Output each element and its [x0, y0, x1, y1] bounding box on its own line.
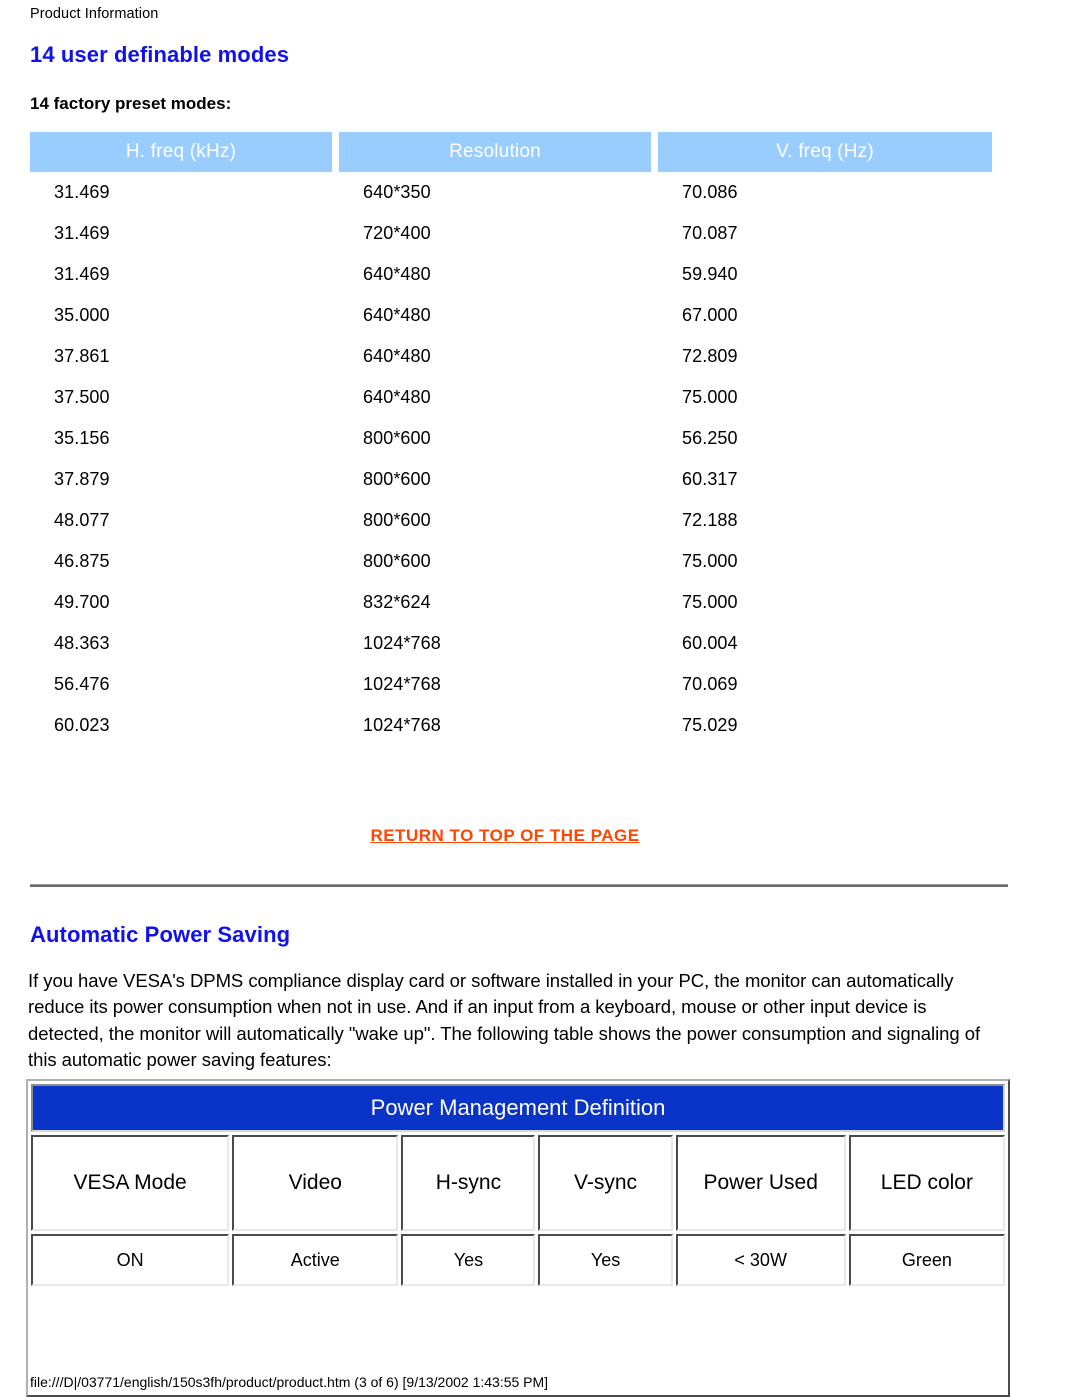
cell-resolution: 800*600	[363, 469, 431, 489]
pm-column-header-power-used: Power Used	[675, 1135, 846, 1231]
table-row: 46.875 800*600 75.000	[30, 541, 992, 582]
power-saving-description: If you have VESA's DPMS compliance displ…	[28, 970, 981, 1071]
cell-h-freq: 48.363	[54, 633, 110, 653]
pm-cell-v-sync: Yes	[538, 1234, 673, 1286]
cell-h-freq: 37.500	[54, 387, 110, 407]
pm-cell-vesa-mode: ON	[31, 1234, 230, 1286]
preset-table-body: 31.469 640*350 70.086 31.469 720*400 70.087 31…	[30, 172, 992, 746]
document-page: Product Information 14 user definable mo…	[0, 0, 1080, 1397]
table-row: 37.500 640*480 75.000	[30, 377, 992, 418]
cell-resolution: 832*624	[363, 592, 431, 612]
power-management-title: Power Management Definition	[31, 1084, 1005, 1132]
table-row: 31.469 640*480 59.940	[30, 254, 992, 295]
cell-h-freq: 31.469	[54, 264, 110, 284]
cell-resolution: 640*350	[363, 182, 431, 202]
table-row: 31.469 640*350 70.086	[30, 172, 992, 213]
preset-table-header-row: H. freq (kHz) Resolution V. freq (Hz)	[30, 132, 992, 172]
factory-preset-modes-table: H. freq (kHz) Resolution V. freq (Hz) 31…	[30, 132, 992, 746]
cell-resolution: 640*480	[363, 305, 431, 325]
power-management-definition-table: Power Management Definition VESA Mode Vi…	[28, 1081, 1008, 1346]
return-to-top-container: RETURN TO TOP OF THE PAGE	[0, 826, 1010, 846]
cell-resolution: 800*600	[363, 510, 431, 530]
table-row: 48.363 1024*768 60.004	[30, 623, 992, 664]
cell-v-freq: 75.000	[682, 387, 738, 407]
pm-column-header-led-color: LED color	[848, 1135, 1005, 1231]
cell-v-freq: 56.250	[682, 428, 738, 448]
cell-h-freq: 60.023	[54, 715, 110, 735]
cell-v-freq: 70.086	[682, 182, 738, 202]
cell-v-freq: 75.000	[682, 551, 738, 571]
page-footer-path: file:///D|/03771/english/150s3fh/product…	[30, 1374, 549, 1390]
section-divider	[30, 884, 1008, 887]
cell-v-freq: 60.004	[682, 633, 738, 653]
pm-cell-h-sync: Yes	[401, 1234, 536, 1286]
pm-cell-led-color: Green	[848, 1234, 1005, 1286]
cell-h-freq: 46.875	[54, 551, 110, 571]
table-row: 49.700 832*624 75.000	[30, 582, 992, 623]
return-to-top-link[interactable]: RETURN TO TOP OF THE PAGE	[370, 826, 639, 845]
running-header: Product Information	[30, 6, 159, 22]
preset-modes-grid: H. freq (kHz) Resolution V. freq (Hz) 31…	[23, 132, 999, 746]
cell-v-freq: 59.940	[682, 264, 738, 284]
cell-v-freq: 60.317	[682, 469, 738, 489]
table-row: 35.000 640*480 67.000	[30, 295, 992, 336]
pm-column-header-video: Video	[232, 1135, 399, 1231]
cell-resolution: 720*400	[363, 223, 431, 243]
table-row: 35.156 800*600 56.250	[30, 418, 992, 459]
preset-table-head: H. freq (kHz) Resolution V. freq (Hz)	[30, 132, 992, 172]
table-row: 48.077 800*600 72.188	[30, 500, 992, 541]
cell-resolution: 800*600	[363, 551, 431, 571]
pm-blank-row	[31, 1289, 1005, 1343]
cell-h-freq: 37.861	[54, 346, 110, 366]
cell-v-freq: 75.000	[682, 592, 738, 612]
cell-v-freq: 72.809	[682, 346, 738, 366]
table-row: 37.861 640*480 72.809	[30, 336, 992, 377]
table-row: 37.879 800*600 60.317	[30, 459, 992, 500]
cell-h-freq: 37.879	[54, 469, 110, 489]
column-header-h-freq: H. freq (kHz)	[30, 132, 332, 172]
pm-header-row: VESA Mode Video H-sync V-sync Power Used…	[31, 1135, 1005, 1231]
pm-column-header-vesa-mode: VESA Mode	[31, 1135, 230, 1231]
page-title-user-definable-modes: 14 user definable modes	[30, 42, 290, 67]
cell-v-freq: 70.087	[682, 223, 738, 243]
cell-h-freq: 31.469	[54, 223, 110, 243]
table-row: 60.023 1024*768 75.029	[30, 705, 992, 746]
pm-column-header-h-sync: H-sync	[401, 1135, 536, 1231]
cell-v-freq: 67.000	[682, 305, 738, 325]
pm-column-header-v-sync: V-sync	[538, 1135, 673, 1231]
cell-h-freq: 49.700	[54, 592, 110, 612]
section-title-automatic-power-saving: Automatic Power Saving	[30, 922, 291, 947]
cell-v-freq: 70.069	[682, 674, 738, 694]
pm-title-row: Power Management Definition	[31, 1084, 1005, 1132]
cell-resolution: 1024*768	[363, 715, 441, 735]
cell-v-freq: 75.029	[682, 715, 738, 735]
cell-resolution: 640*480	[363, 346, 431, 366]
cell-h-freq: 48.077	[54, 510, 110, 530]
pm-data-row: ON Active Yes Yes < 30W Green	[31, 1234, 1005, 1286]
cell-h-freq: 31.469	[54, 182, 110, 202]
table-row: 31.469 720*400 70.087	[30, 213, 992, 254]
cell-resolution: 800*600	[363, 428, 431, 448]
cell-h-freq: 56.476	[54, 674, 110, 694]
cell-h-freq: 35.000	[54, 305, 110, 325]
column-header-v-freq: V. freq (Hz)	[658, 132, 992, 172]
pm-cell-video: Active	[232, 1234, 399, 1286]
table-row: 56.476 1024*768 70.069	[30, 664, 992, 705]
pm-cell-power-used: < 30W	[675, 1234, 846, 1286]
cell-resolution: 1024*768	[363, 633, 441, 653]
subheading-factory-preset-modes: 14 factory preset modes:	[30, 94, 232, 113]
cell-resolution: 640*480	[363, 264, 431, 284]
cell-v-freq: 72.188	[682, 510, 738, 530]
cell-resolution: 640*480	[363, 387, 431, 407]
cell-resolution: 1024*768	[363, 674, 441, 694]
power-management-table-frame: Power Management Definition VESA Mode Vi…	[26, 1079, 1010, 1397]
cell-h-freq: 35.156	[54, 428, 110, 448]
pm-blank-cell	[31, 1289, 1005, 1343]
column-header-resolution: Resolution	[339, 132, 651, 172]
